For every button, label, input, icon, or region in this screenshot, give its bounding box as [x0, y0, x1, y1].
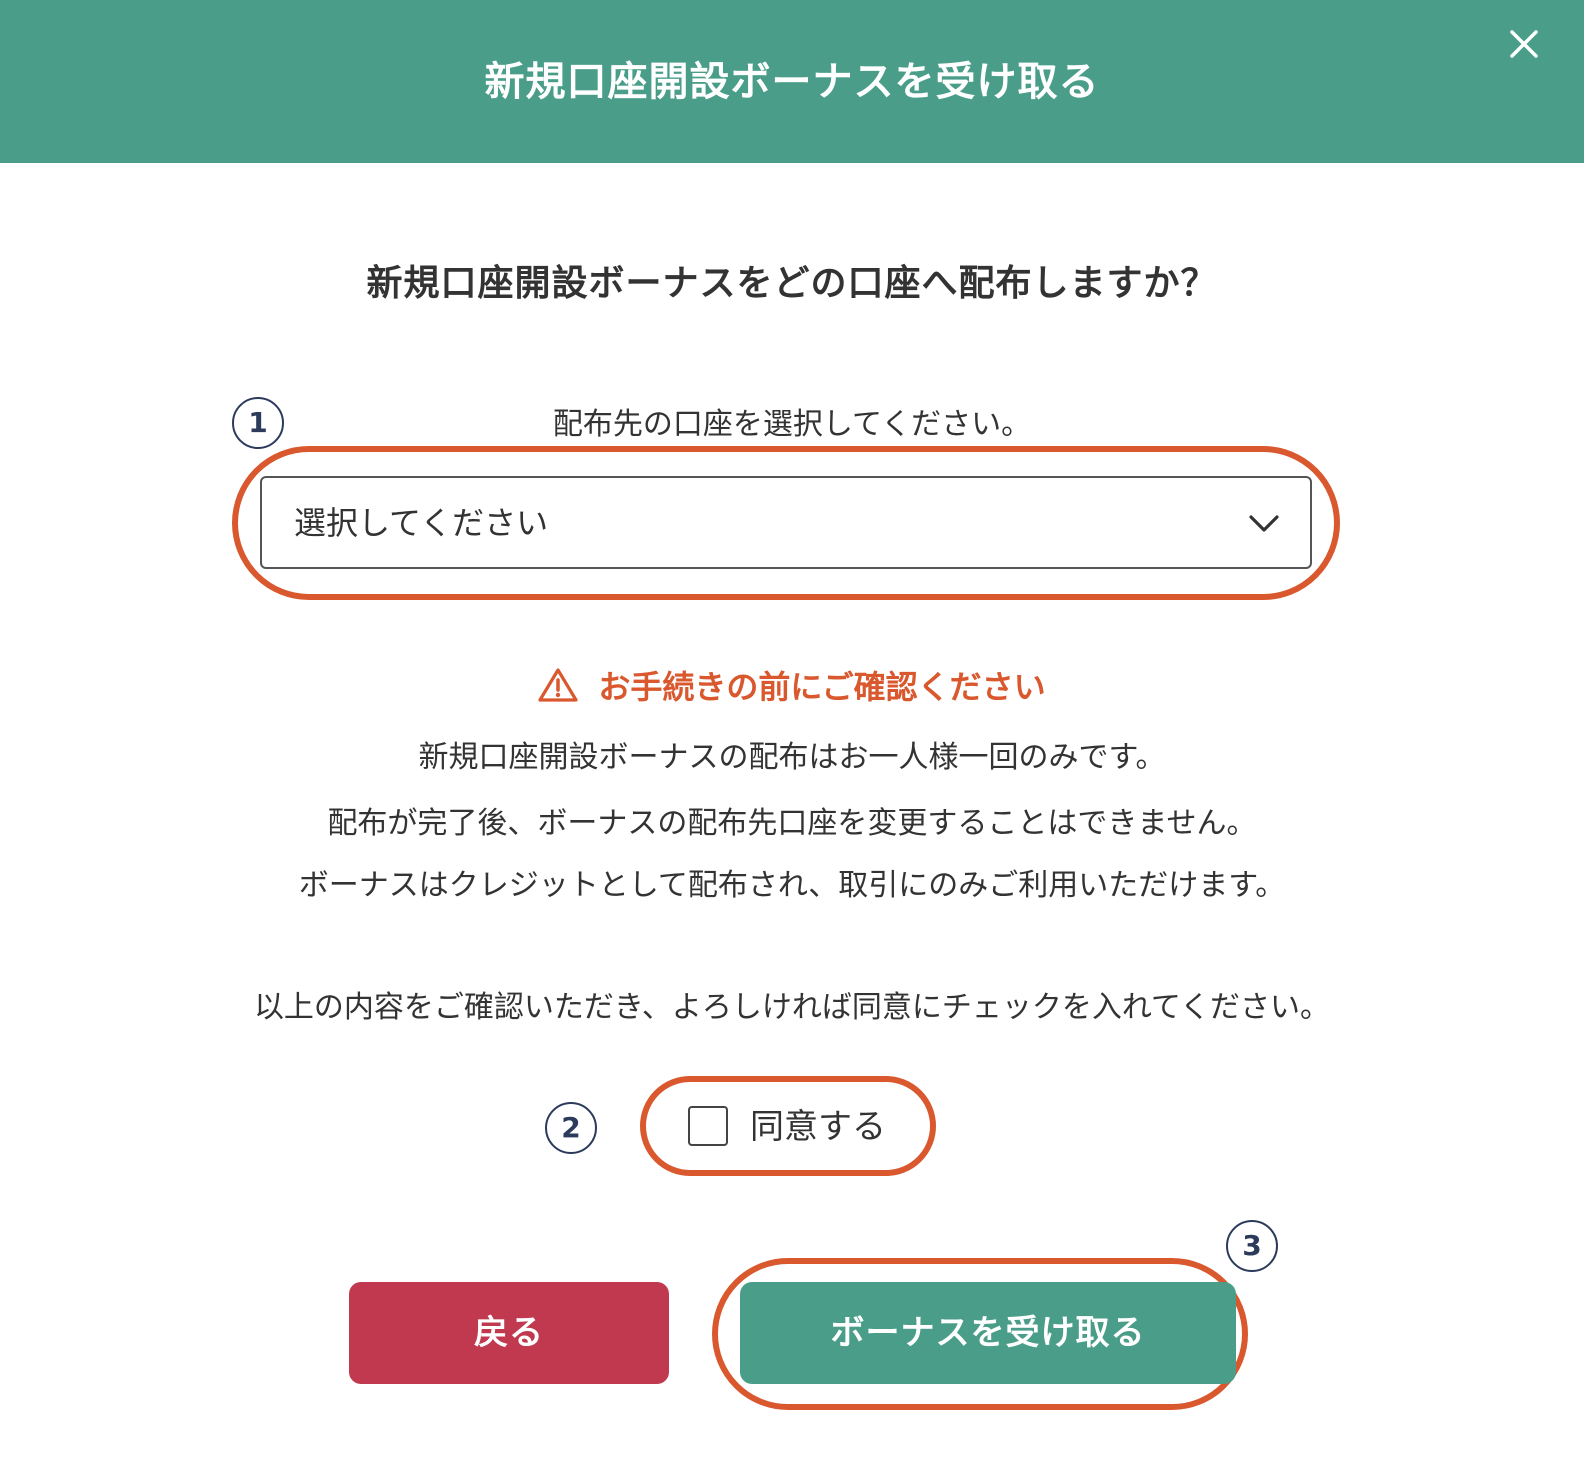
question-heading: 新規口座開設ボーナスをどの口座へ配布しますか？ — [366, 263, 1218, 304]
account-select[interactable]: 選択してください — [260, 476, 1312, 569]
notice-line-2: 配布が完了後、ボーナスの配布先口座を変更することはできません。 — [327, 806, 1257, 841]
step-badge-2: 2 — [545, 1102, 597, 1154]
select-account-label: 配布先の口座を選択してください。 — [552, 407, 1032, 442]
warning-heading: お手続きの前にご確認ください — [0, 664, 1584, 710]
bonus-modal: 新規口座開設ボーナスを受け取る 新規口座開設ボーナスをどの口座へ配布しますか？ … — [0, 0, 1584, 1476]
close-button[interactable] — [1504, 20, 1552, 68]
agreement-instruction: 以上の内容をご確認いただき、よろしければ同意にチェックを入れてください。 — [253, 990, 1331, 1025]
chevron-down-icon — [1249, 515, 1279, 532]
warning-title: お手続きの前にご確認ください — [598, 668, 1046, 706]
account-select-value: 選択してください — [294, 504, 549, 542]
step-badge-3: 3 — [1226, 1220, 1278, 1272]
notice-line-1: 新規口座開設ボーナスの配布はお一人様一回のみです。 — [418, 740, 1166, 775]
notice-line-3: ボーナスはクレジットとして配布され、取引にのみご利用いただけます。 — [298, 868, 1286, 903]
modal-header: 新規口座開設ボーナスを受け取る — [0, 0, 1584, 163]
close-icon[interactable] — [1504, 20, 1552, 68]
modal-title: 新規口座開設ボーナスを受け取る — [484, 59, 1100, 105]
receive-bonus-button[interactable]: ボーナスを受け取る — [740, 1282, 1236, 1384]
back-button[interactable]: 戻る — [349, 1282, 669, 1384]
agree-checkbox-label[interactable]: 同意する — [750, 1104, 886, 1150]
warning-icon — [538, 668, 578, 702]
agree-checkbox[interactable] — [688, 1106, 728, 1146]
